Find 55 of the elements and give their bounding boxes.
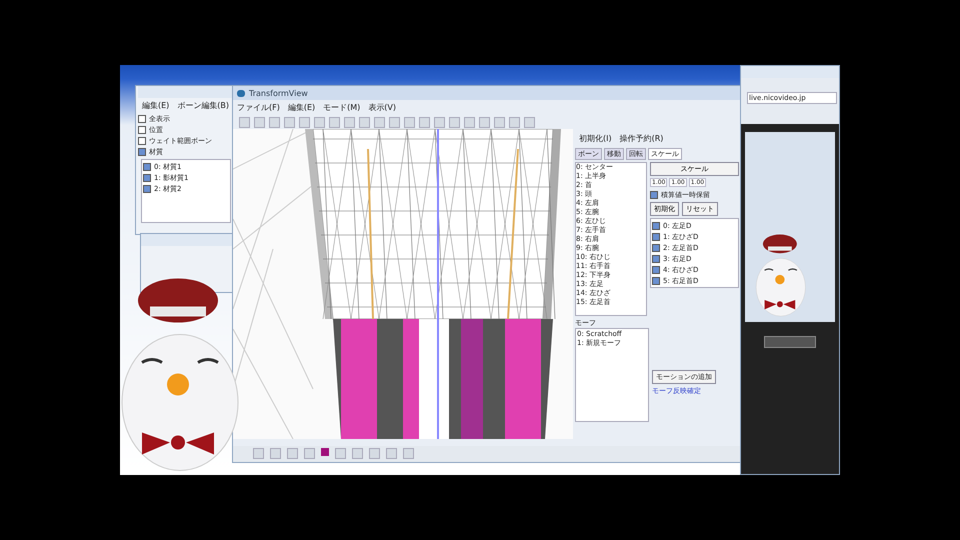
menu-item[interactable]: モード(M) [323,102,360,113]
menu-item[interactable]: ファイル(F) [237,102,280,113]
menu-item[interactable]: 編集(E) [142,100,170,111]
app-icon [237,90,245,96]
checkbox[interactable] [143,174,151,182]
toolbar-button[interactable] [374,117,385,128]
toolbar-button[interactable] [434,117,445,128]
toolbar-button[interactable] [509,117,520,128]
status-button[interactable] [386,448,397,459]
toolbar-button[interactable] [314,117,325,128]
status-button[interactable] [270,448,281,459]
status-button[interactable] [253,448,264,459]
toolbar-button[interactable] [299,117,310,128]
menu-item[interactable]: 操作予約(R) [620,133,664,144]
checkbox[interactable] [652,266,660,274]
toolbar-button[interactable] [464,117,475,128]
status-button[interactable] [369,448,380,459]
toolbar-button[interactable] [494,117,505,128]
toolbar-button[interactable] [239,117,250,128]
menu-item[interactable]: ボーン編集(B) [177,100,230,111]
toolbar-button[interactable] [524,117,535,128]
status-button[interactable] [352,448,363,459]
checkbox[interactable] [652,276,660,284]
checkbox[interactable] [652,222,660,230]
player-button[interactable] [764,336,816,348]
status-button[interactable] [403,448,414,459]
toolbar-button[interactable] [419,117,430,128]
checkbox[interactable] [652,254,660,262]
status-button[interactable] [287,448,298,459]
status-button[interactable] [335,448,346,459]
checkbox[interactable] [138,126,146,134]
checkbox[interactable] [650,190,658,198]
toolbar-button[interactable] [359,117,370,128]
toolbar-button[interactable] [404,117,415,128]
toolbar-button[interactable] [449,117,460,128]
toolbar-button[interactable] [344,117,355,128]
checkbox[interactable] [652,244,660,252]
menu-item[interactable]: 初期化(I) [579,133,612,144]
checkbox[interactable] [138,114,146,122]
window-title: TransformView [249,88,308,98]
checkbox[interactable] [138,148,146,156]
checkbox[interactable] [143,162,151,170]
toolbar-button[interactable] [269,117,280,128]
toolbar-button[interactable] [254,117,265,128]
toolbar-button[interactable] [284,117,295,128]
toolbar-button[interactable] [479,117,490,128]
toolbar-button[interactable] [389,117,400,128]
color-swatch[interactable] [321,448,329,456]
menu-item[interactable]: 編集(E) [288,102,316,113]
checkbox[interactable] [652,232,660,240]
checkbox[interactable] [143,184,151,192]
status-button[interactable] [304,448,315,459]
toolbar-button[interactable] [329,117,340,128]
checkbox[interactable] [138,136,146,144]
menu-item[interactable]: 表示(V) [368,102,396,113]
